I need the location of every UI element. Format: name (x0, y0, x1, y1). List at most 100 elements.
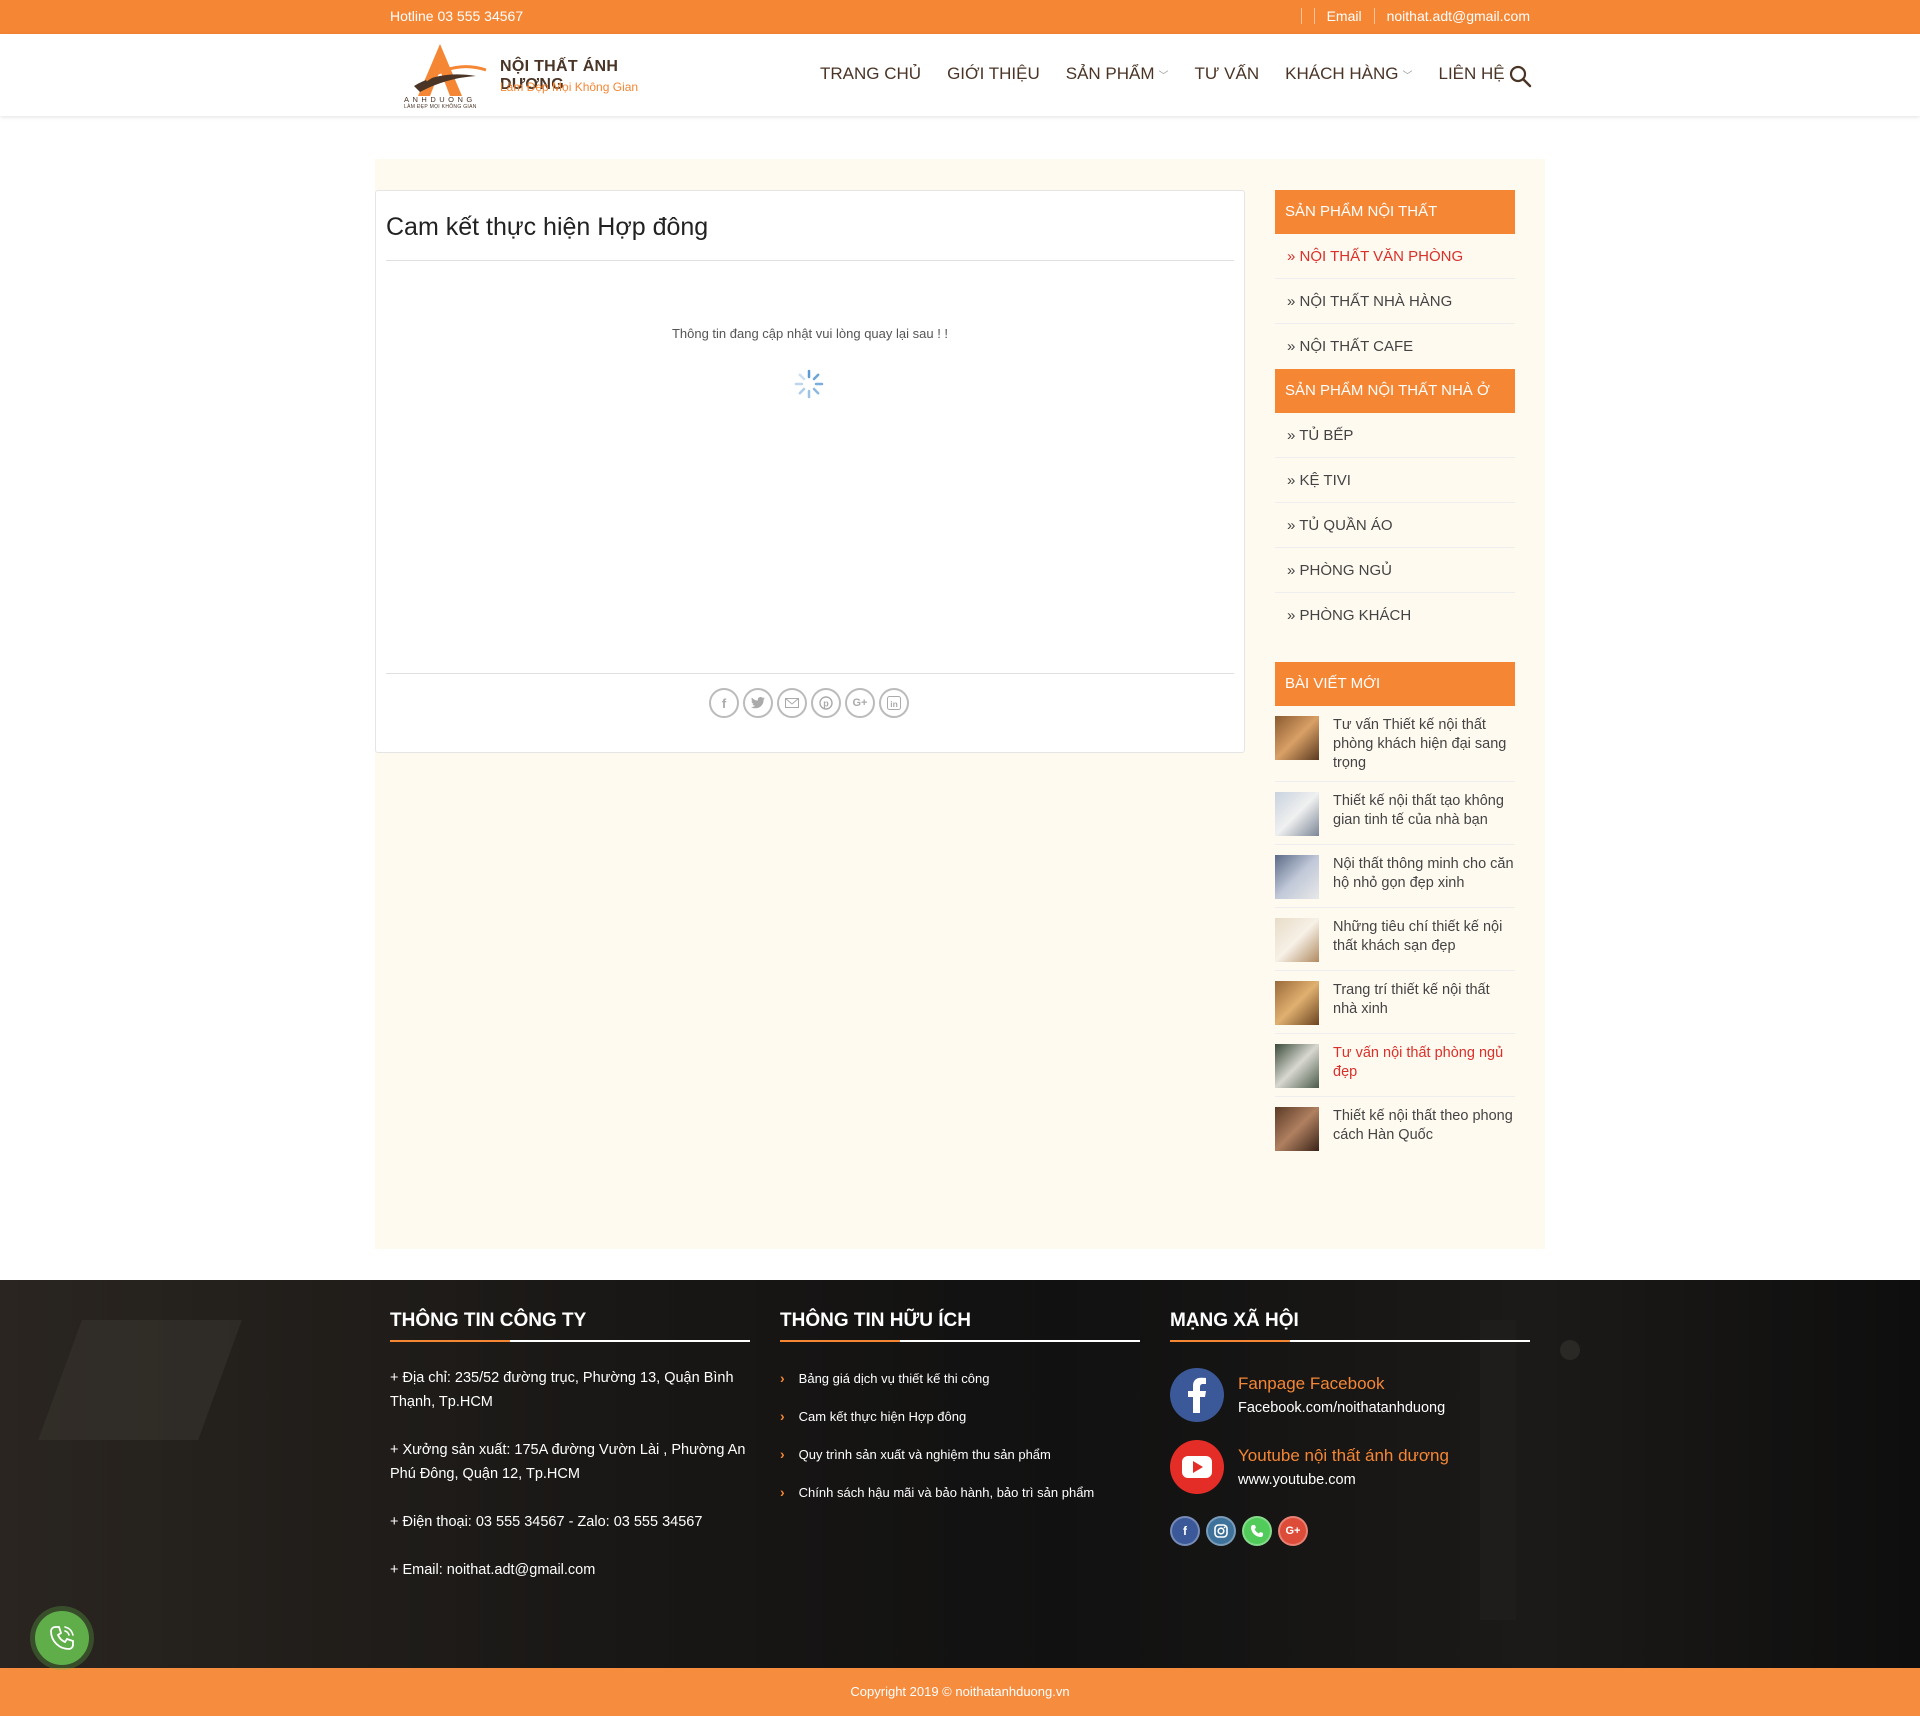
nav-about[interactable]: GIỚI THIỆU (947, 64, 1040, 84)
phone-icon[interactable] (1242, 1516, 1272, 1546)
search-icon[interactable] (1508, 64, 1532, 88)
chevron-right-icon: › (780, 1446, 785, 1462)
footer-link-label: Bảng giá dịch vụ thiết kế thi công (798, 1370, 990, 1386)
post-thumbnail[interactable] (1275, 855, 1319, 899)
sidebar-item-tv-shelf[interactable]: » KỆ TIVI (1275, 458, 1515, 503)
nav-label: TƯ VẤN (1194, 64, 1260, 83)
page-title: Cam kết thực hiện Hợp đông (386, 213, 709, 241)
nav-label: TRANG CHỦ (820, 64, 922, 83)
list-item[interactable]: Tư vấn nội thất phòng ngủ đẹp (1275, 1034, 1515, 1097)
sidebar-item-kitchen-cabinet[interactable]: » TỦ BẾP (1275, 413, 1515, 458)
update-message: Thông tin đang cập nhật vui lòng quay lạ… (671, 326, 949, 341)
divider (386, 673, 1234, 674)
sidebar-item-living-room[interactable]: » PHÒNG KHÁCH (1275, 593, 1515, 638)
nav-label: KHÁCH HÀNG (1285, 64, 1399, 83)
post-title[interactable]: Những tiêu chí thiết kế nội thất khách s… (1333, 918, 1515, 962)
nav-home[interactable]: TRANG CHỦ (820, 64, 921, 84)
nav-products[interactable]: SẢN PHẨM ﹀ (1066, 64, 1169, 84)
sidebar-item-wardrobe[interactable]: » TỦ QUẦN ÁO (1275, 503, 1515, 548)
footer-decoration (1560, 1340, 1580, 1360)
facebook-icon[interactable]: f (1170, 1516, 1200, 1546)
main-nav: TRANG CHỦ GIỚI THIỆU SẢN PHẨM ﹀ TƯ VẤN KH… (820, 64, 1531, 84)
facebook-icon[interactable]: f (709, 688, 739, 718)
twitter-icon[interactable] (743, 688, 773, 718)
list-item[interactable]: Trang trí thiết kế nội thất nhà xinh (1275, 971, 1515, 1034)
post-title[interactable]: Nội thất thông minh cho căn hộ nhỏ gọn đ… (1333, 855, 1515, 899)
post-title[interactable]: Thiết kế nội thất tạo không gian tinh tế… (1333, 792, 1515, 836)
floating-call-button[interactable] (35, 1611, 89, 1665)
top-bar: Hotline 03 555 34567 Email noithat.adt@g… (0, 0, 1920, 34)
post-thumbnail[interactable] (1275, 1107, 1319, 1151)
sidebar-item-cafe[interactable]: » NỘI THẤT CAFE (1275, 324, 1515, 369)
sidebar-item-bedroom[interactable]: » PHÒNG NGỦ (1275, 548, 1515, 593)
post-thumbnail[interactable] (1275, 1044, 1319, 1088)
list-item[interactable]: Tư vấn Thiết kế nội thất phòng khách hiệ… (1275, 706, 1515, 782)
post-thumbnail[interactable] (1275, 716, 1319, 760)
email-link[interactable]: noithat.adt@gmail.com (1387, 8, 1530, 24)
footer-link[interactable]: › Bảng giá dịch vụ thiết kế thi công (780, 1370, 1140, 1386)
nav-customers[interactable]: KHÁCH HÀNG ﹀ (1285, 64, 1412, 84)
chevron-down-icon: ﹀ (1402, 70, 1413, 82)
facebook-name: Fanpage Facebook (1238, 1374, 1385, 1393)
hotline-text[interactable]: Hotline 03 555 34567 (390, 8, 523, 24)
footer-social: MẠNG XÃ HỘI Fanpage Facebook Facebook.co… (1170, 1310, 1530, 1546)
post-title[interactable]: Thiết kế nội thất theo phong cách Hàn Qu… (1333, 1107, 1515, 1152)
site-footer: THÔNG TIN CÔNG TY + Địa chỉ: 235/52 đườn… (0, 1280, 1920, 1668)
nav-consult[interactable]: TƯ VẤN (1195, 64, 1260, 84)
post-title[interactable]: Tư vấn Thiết kế nội thất phòng khách hiệ… (1333, 716, 1515, 773)
site-logo[interactable]: ANHDUONG LÀM ĐẸP MỌI KHÔNG GIAN NỘI THẤT… (396, 40, 666, 112)
sidebar-heading-recent-posts: BÀI VIẾT MỚI (1275, 662, 1515, 706)
footer-heading: THÔNG TIN CÔNG TY (390, 1310, 750, 1342)
footer-link-label: Chính sách hậu mãi và bảo hành, bảo trì … (798, 1484, 1095, 1500)
logo-mark-text: ANHDUONG (404, 95, 476, 104)
company-factory: + Xưởng sản xuất: 175A đường Vườn Lài , … (390, 1442, 746, 1482)
post-thumbnail[interactable] (1275, 792, 1319, 836)
youtube-channel[interactable]: Youtube nội thất ánh dương www.youtube.c… (1170, 1440, 1530, 1494)
post-title[interactable]: Tư vấn nội thất phòng ngủ đẹp (1333, 1044, 1515, 1088)
instagram-icon[interactable] (1206, 1516, 1236, 1546)
google-plus-icon[interactable]: G+ (845, 688, 875, 718)
divider (1300, 8, 1302, 24)
email-icon[interactable] (777, 688, 807, 718)
phone-icon (50, 1626, 74, 1650)
company-phone: + Điện thoại: 03 555 34567 - Zalo: 03 55… (390, 1514, 703, 1530)
google-plus-icon[interactable]: G+ (1278, 1516, 1308, 1546)
facebook-icon[interactable] (1170, 1368, 1224, 1422)
sidebar-heading-furniture: SẢN PHẨM NỘI THẤT (1275, 190, 1515, 234)
facebook-fanpage[interactable]: Fanpage Facebook Facebook.com/noithatanh… (1170, 1368, 1530, 1422)
email-label: Email (1326, 8, 1362, 24)
chevron-right-icon: › (780, 1408, 785, 1424)
company-address: + Địa chỉ: 235/52 đường trục, Phường 13,… (390, 1370, 734, 1410)
sidebar-item-restaurant[interactable]: » NỘI THẤT NHÀ HÀNG (1275, 279, 1515, 324)
logo-subtitle: Làm Đẹp Mọi Không Gian (500, 80, 639, 94)
list-item[interactable]: Những tiêu chí thiết kế nội thất khách s… (1275, 908, 1515, 971)
site-header: ANHDUONG LÀM ĐẸP MỌI KHÔNG GIAN NỘI THẤT… (0, 34, 1920, 116)
linkedin-icon[interactable]: in (879, 688, 909, 718)
list-item[interactable]: Nội thất thông minh cho căn hộ nhỏ gọn đ… (1275, 845, 1515, 908)
company-email: + Email: noithat.adt@gmail.com (390, 1562, 596, 1578)
article-card: Cam kết thực hiện Hợp đông Thông tin đan… (375, 190, 1245, 753)
footer-link[interactable]: › Cam kết thực hiện Hợp đông (780, 1408, 1140, 1424)
sidebar-item-office[interactable]: » NỘI THẤT VĂN PHÒNG (1275, 234, 1515, 279)
youtube-name: Youtube nội thất ánh dương (1238, 1446, 1449, 1465)
youtube-url: www.youtube.com (1238, 1472, 1356, 1488)
footer-company-info: THÔNG TIN CÔNG TY + Địa chỉ: 235/52 đườn… (390, 1310, 750, 1582)
post-thumbnail[interactable] (1275, 918, 1319, 962)
footer-link[interactable]: › Quy trình sản xuất và nghiệm thu sản ph… (780, 1446, 1140, 1462)
svg-text:in: in (890, 699, 898, 709)
footer-link-label: Cam kết thực hiện Hợp đông (798, 1408, 967, 1424)
chevron-down-icon: ﹀ (1158, 70, 1169, 82)
post-thumbnail[interactable] (1275, 981, 1319, 1025)
copyright-bar: Copyright 2019 © noithatanhduong.vn (0, 1668, 1920, 1716)
list-item[interactable]: Thiết kế nội thất theo phong cách Hàn Qu… (1275, 1097, 1515, 1160)
post-title[interactable]: Trang trí thiết kế nội thất nhà xinh (1333, 981, 1515, 1025)
youtube-icon[interactable] (1170, 1440, 1224, 1494)
pinterest-icon[interactable]: p (811, 688, 841, 718)
footer-heading: THÔNG TIN HỮU ÍCH (780, 1310, 1140, 1342)
chevron-right-icon: › (780, 1484, 785, 1500)
share-buttons: f p G+ in (709, 688, 909, 718)
list-item[interactable]: Thiết kế nội thất tạo không gian tinh tế… (1275, 782, 1515, 845)
footer-link[interactable]: › Chính sách hậu mãi và bảo hành, bảo trì… (780, 1484, 1140, 1500)
nav-contact[interactable]: LIÊN HỆ (1438, 64, 1504, 84)
sidebar-heading-home: SẢN PHẨM NỘI THẤT NHÀ Ở (1275, 369, 1515, 413)
